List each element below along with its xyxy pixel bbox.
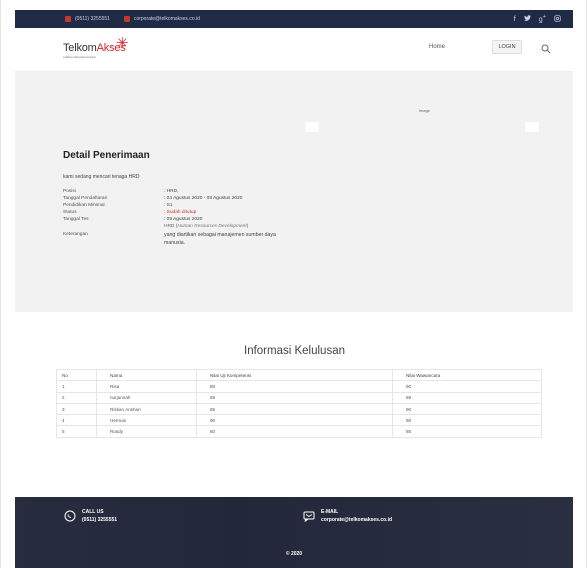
call-us-value: (0511) 3255551: [82, 517, 118, 523]
social-links: f g+: [514, 10, 561, 28]
keterangan-text: HRD (Human Resources Development) yang d…: [164, 223, 284, 247]
envelope-icon: [123, 16, 130, 22]
call-us-label: CALL US: [82, 509, 104, 515]
department-name: HRD (Human Resources Development): [164, 224, 249, 229]
detail-title: Detail Penerimaan: [63, 150, 150, 161]
footer: CALL US (0511) 3255551 E-MAIL corporate@…: [15, 497, 573, 568]
mail-chat-icon: [303, 511, 315, 522]
field-pendidikan: Pendidikan Minimal : S1: [63, 203, 173, 208]
top-contact-bar: (0511) 3255551 corporate@telkomakses.co.…: [15, 10, 573, 28]
table-row: 5 Rusdy 80 85: [56, 425, 542, 438]
topbar-phone[interactable]: (0511) 3255551: [65, 16, 110, 22]
results-table: No Nama Nilai Uji Kompetensi Nilai Wawan…: [56, 368, 542, 438]
topbar-phone-text: (0511) 3255551: [75, 16, 110, 22]
logo-star-icon: ✳: [116, 35, 129, 52]
col-wawancara: Nilai Wawancara: [392, 368, 542, 382]
department-desc: yang diartikan sebagai manajemen sumber …: [164, 232, 276, 246]
col-uji: Nilai Uji Kompetensi: [196, 368, 393, 382]
email-label: E-MAIL: [321, 509, 339, 515]
detail-fields: Posisi : HRD, Tanggal Pendaftaran : 04 A…: [63, 188, 242, 223]
brand-logo[interactable]: TelkomAkses ✳ a telkom indonesia company: [63, 35, 129, 59]
footer-email[interactable]: E-MAIL corporate@telkomakses.co.id: [303, 509, 392, 523]
field-tanggal-tes: Tanggal Tes : 09 Agustus 2020: [63, 217, 203, 222]
instagram-icon[interactable]: [554, 14, 561, 24]
table-row: 1 Risa 80 90: [56, 380, 542, 393]
facebook-icon[interactable]: f: [514, 16, 516, 23]
table-header-row: No Nama Nilai Uji Kompetensi Nilai Wawan…: [56, 368, 542, 382]
slider-prev-image[interactable]: [305, 122, 319, 132]
status-badge: : Sudah ditutup: [164, 210, 197, 215]
main-navbar: TelkomAkses ✳ a telkom indonesia company…: [15, 28, 573, 72]
keterangan-label: Keterangan: [63, 232, 88, 237]
search-icon[interactable]: [541, 41, 551, 54]
topbar-email-text: corporate@telkomakses.co.id: [133, 16, 200, 22]
footer-call-us[interactable]: CALL US (0511) 3255551: [64, 509, 117, 523]
phone-icon: [65, 16, 71, 22]
slider-next-image[interactable]: [525, 122, 539, 132]
footer-background: [15, 497, 573, 568]
table-row: 3 Riskan Anshari 85 90: [56, 402, 542, 416]
brand-tagline: a telkom indonesia company: [63, 55, 96, 59]
page-frame: (0511) 3255551 corporate@telkomakses.co.…: [0, 0, 587, 568]
nav-home-link[interactable]: Home: [429, 44, 445, 50]
field-status: Status : Sudah ditutup: [63, 210, 197, 215]
field-tanggal-pendaftaran: Tanggal Pendaftaran : 04 Agustus 2020 - …: [63, 196, 243, 201]
field-posisi: Posisi : HRD,: [63, 189, 179, 194]
copyright: © 2020: [285, 551, 303, 557]
twitter-icon[interactable]: [523, 15, 531, 23]
whatsapp-icon: [64, 510, 76, 522]
google-plus-icon[interactable]: g+: [539, 14, 546, 23]
table-row: 2 nurjannah 85 89: [56, 391, 542, 404]
results-title: Informasi Kelulusan: [244, 345, 345, 357]
topbar-email[interactable]: corporate@telkomakses.co.id: [123, 16, 200, 22]
detail-subtitle: kami sedang mencari tenaga HRD: [63, 174, 140, 180]
table-row: 4 Herman 90 90: [56, 414, 542, 427]
email-value: corporate@telkomakses.co.id: [321, 517, 393, 523]
login-button[interactable]: LOGIN: [492, 40, 522, 54]
col-nama: Nama: [96, 368, 197, 382]
image-label: image: [419, 108, 430, 113]
col-no: No: [56, 368, 97, 382]
